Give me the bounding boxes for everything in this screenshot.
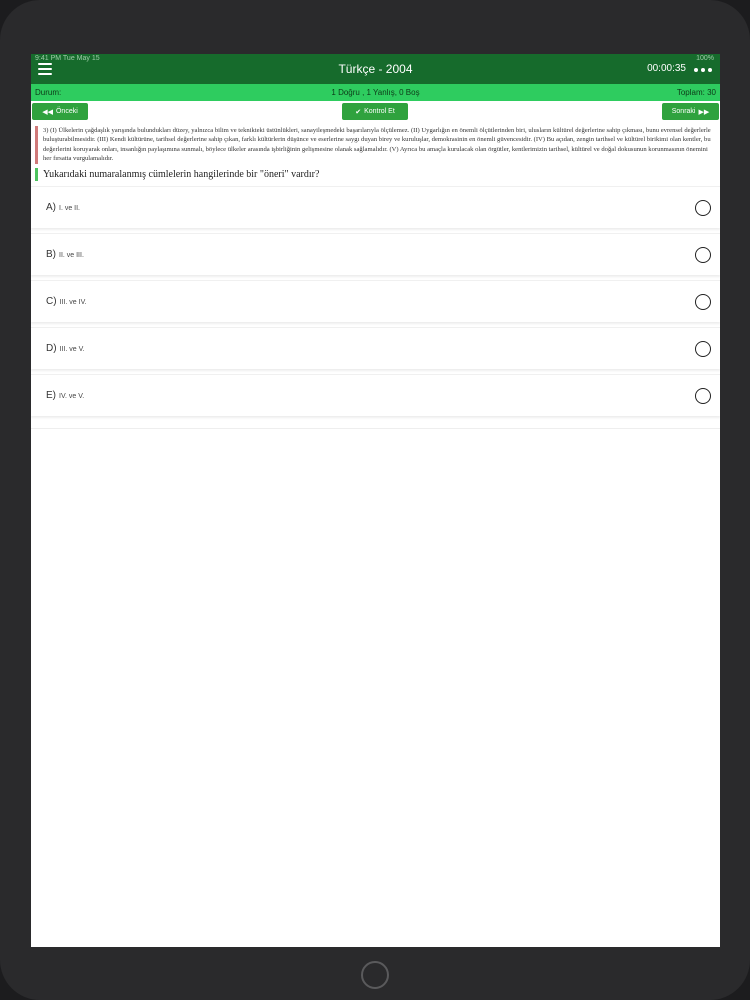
option-letter: D) — [46, 342, 57, 354]
option-text: III. ve V. — [59, 345, 85, 353]
quiz-status-bar: Durum: 1 Doğru , 1 Yanlış, 0 Boş Toplam:… — [31, 84, 720, 101]
system-status-left: 9:41 PM Tue May 15 — [35, 55, 100, 62]
answer-options: A) I. ve II. B) II. ve III. C) III. ve IV. … — [31, 185, 720, 429]
option-letter: C) — [46, 295, 57, 307]
radio-button[interactable] — [695, 246, 711, 263]
answer-option-c[interactable]: C) III. ve IV. — [31, 279, 720, 322]
divider — [31, 427, 720, 429]
option-letter: B) — [46, 248, 56, 260]
check-button-label: Kontrol Et — [364, 108, 395, 115]
app-screen: 9:41 PM Tue May 15 Türkçe - 2004 100% 00… — [31, 54, 720, 947]
next-button-label: Sonraki — [671, 108, 696, 115]
checkmark-icon: ✔ — [355, 108, 362, 116]
option-letter: A) — [46, 201, 56, 213]
answer-option-b[interactable]: B) II. ve III. — [31, 232, 720, 275]
battery-status: 100% — [696, 55, 714, 62]
total-count: Toplam: 30 — [676, 88, 716, 97]
option-letter: E) — [46, 389, 56, 401]
navigation-toolbar: ◀◀ Önceki ✔ Kontrol Et Sonraki ▶▶ — [31, 101, 720, 123]
quiz-timer: 00:00:35 — [647, 63, 686, 74]
option-text: I. ve II. — [59, 204, 81, 212]
radio-button[interactable] — [695, 199, 711, 216]
app-header: 9:41 PM Tue May 15 Türkçe - 2004 100% 00… — [31, 54, 720, 84]
answer-option-a[interactable]: A) I. ve II. — [31, 185, 720, 228]
rewind-icon: ◀◀ — [42, 108, 53, 116]
question-passage: 3) (I) Ülkelerin çağdaşlık yarışında bul… — [35, 126, 716, 164]
radio-button[interactable] — [695, 293, 711, 310]
page-title: Türkçe - 2004 — [338, 62, 413, 76]
option-text: II. ve III. — [59, 251, 84, 259]
answer-option-d[interactable]: D) III. ve V. — [31, 326, 720, 369]
check-button[interactable]: ✔ Kontrol Et — [342, 103, 408, 120]
option-text: IV. ve V. — [59, 392, 85, 400]
answer-option-e[interactable]: E) IV. ve V. — [31, 373, 720, 416]
radio-button[interactable] — [695, 340, 711, 357]
home-button[interactable] — [361, 961, 389, 989]
status-time: 9:41 PM — [35, 55, 62, 62]
radio-button[interactable] — [695, 387, 711, 404]
previous-button-label: Önceki — [55, 108, 78, 115]
previous-button[interactable]: ◀◀ Önceki — [32, 103, 88, 120]
next-button[interactable]: Sonraki ▶▶ — [662, 103, 719, 120]
fast-forward-icon: ▶▶ — [698, 108, 710, 116]
score-summary: 1 Doğru , 1 Yanlış, 0 Boş — [331, 88, 420, 97]
question-prompt: Yukarıdaki numaralanmış cümlelerin hangi… — [35, 167, 716, 181]
status-date: Tue May 15 — [62, 55, 100, 62]
tablet-device: 9:41 PM Tue May 15 Türkçe - 2004 100% 00… — [0, 0, 750, 1000]
option-text: III. ve IV. — [59, 298, 87, 306]
more-options-icon[interactable] — [694, 68, 712, 72]
